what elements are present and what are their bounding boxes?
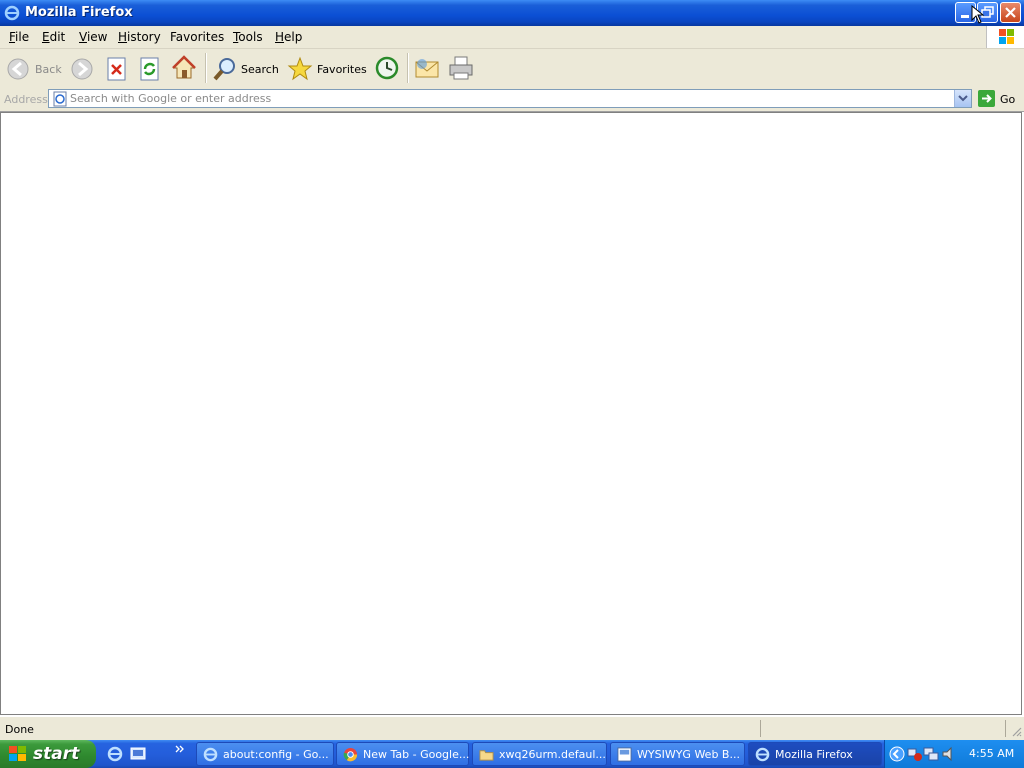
- menu-tools[interactable]: Tools: [233, 30, 263, 44]
- back-button[interactable]: Back: [4, 55, 62, 83]
- resize-grip-icon[interactable]: [1010, 725, 1022, 737]
- address-label: Address: [4, 93, 48, 106]
- taskbar-item-label: xwq26urm.defaul...: [499, 748, 606, 761]
- status-bar: Done: [0, 716, 1024, 741]
- back-label: Back: [35, 63, 62, 76]
- search-label: Search: [241, 63, 279, 76]
- chevron-more-icon[interactable]: [175, 744, 185, 754]
- home-icon[interactable]: [171, 55, 197, 81]
- speaker-icon[interactable]: [941, 746, 957, 762]
- refresh-icon[interactable]: [139, 57, 161, 81]
- mouse-cursor-icon: [971, 5, 985, 24]
- menu-history[interactable]: History: [118, 30, 161, 44]
- go-arrow-icon: [978, 90, 995, 107]
- title-bar[interactable]: Mozilla Firefox: [0, 0, 1024, 26]
- taskbar-item[interactable]: xwq26urm.defaul...: [472, 742, 607, 766]
- taskbar-item-label: Mozilla Firefox: [775, 748, 853, 761]
- menu-view[interactable]: View: [79, 30, 107, 44]
- ie-logo-icon[interactable]: [4, 5, 20, 21]
- page-icon: [53, 91, 67, 107]
- address-dropdown-button[interactable]: [954, 90, 971, 107]
- taskbar-item-label: WYSIWYG Web B...: [637, 748, 740, 761]
- status-text: Done: [5, 723, 34, 736]
- print-icon[interactable]: [448, 55, 474, 81]
- forward-arrow-icon[interactable]: [70, 57, 94, 81]
- favorites-star-icon: [287, 56, 313, 81]
- status-divider: [760, 720, 761, 737]
- taskbar-item-label: about:config - Go...: [223, 748, 329, 761]
- chrome-icon: [343, 747, 358, 762]
- network-icon[interactable]: [923, 746, 939, 762]
- page-content[interactable]: [0, 112, 1022, 715]
- menu-edit[interactable]: Edit: [42, 30, 65, 44]
- folder-icon: [479, 750, 494, 761]
- ie-quicklaunch-icon[interactable]: [107, 746, 123, 762]
- address-bar: Address Go: [0, 88, 1024, 112]
- network-disconnected-icon[interactable]: [907, 746, 923, 762]
- menu-file[interactable]: File: [9, 30, 29, 44]
- search-button[interactable]: Search: [211, 55, 279, 83]
- go-label: Go: [1000, 93, 1016, 106]
- window-title: Mozilla Firefox: [25, 5, 133, 20]
- toolbar-separator: [407, 53, 409, 83]
- taskbar-item-label: New Tab - Google...: [363, 748, 470, 761]
- mail-icon[interactable]: [414, 56, 440, 80]
- address-input[interactable]: [70, 91, 930, 106]
- toolbar: Back Search Favorites: [0, 49, 1024, 89]
- windows-flag-icon: [9, 746, 26, 761]
- windows-flag-icon: [999, 29, 1014, 44]
- taskbar: start about:config - Go... New Tab - Goo…: [0, 740, 1024, 768]
- system-tray: 4:55 AM: [884, 740, 1024, 768]
- clock[interactable]: 4:55 AM: [969, 747, 1014, 760]
- history-icon[interactable]: [374, 55, 400, 81]
- menu-favorites[interactable]: Favorites: [170, 30, 224, 44]
- taskbar-item[interactable]: WYSIWYG Web B...: [610, 742, 745, 766]
- windows-logo: [986, 26, 1024, 48]
- favorites-label: Favorites: [317, 63, 367, 76]
- start-label: start: [33, 744, 80, 764]
- ie-icon: [203, 747, 218, 762]
- tray-expand-icon[interactable]: [889, 746, 905, 762]
- taskbar-item[interactable]: about:config - Go...: [196, 742, 334, 766]
- menu-bar: File Edit View History Favorites Tools H…: [0, 26, 1024, 49]
- web-builder-icon: [617, 747, 632, 762]
- favorites-button[interactable]: Favorites: [286, 55, 367, 83]
- address-field[interactable]: [48, 89, 972, 108]
- ie-icon: [755, 747, 770, 762]
- status-divider: [1005, 720, 1006, 737]
- start-button[interactable]: start: [0, 740, 96, 768]
- toolbar-separator: [205, 53, 207, 83]
- close-icon: [1005, 7, 1016, 18]
- taskbar-item[interactable]: New Tab - Google...: [336, 742, 469, 766]
- taskbar-item-active[interactable]: Mozilla Firefox: [748, 742, 882, 766]
- stop-icon[interactable]: [106, 57, 128, 81]
- close-button[interactable]: [1000, 2, 1021, 23]
- back-arrow-icon: [7, 58, 29, 80]
- chevron-down-icon: [958, 95, 968, 102]
- go-button[interactable]: Go: [976, 89, 1022, 109]
- search-magnifier-icon: [213, 58, 235, 81]
- show-desktop-icon[interactable]: [130, 746, 146, 762]
- menu-help[interactable]: Help: [275, 30, 302, 44]
